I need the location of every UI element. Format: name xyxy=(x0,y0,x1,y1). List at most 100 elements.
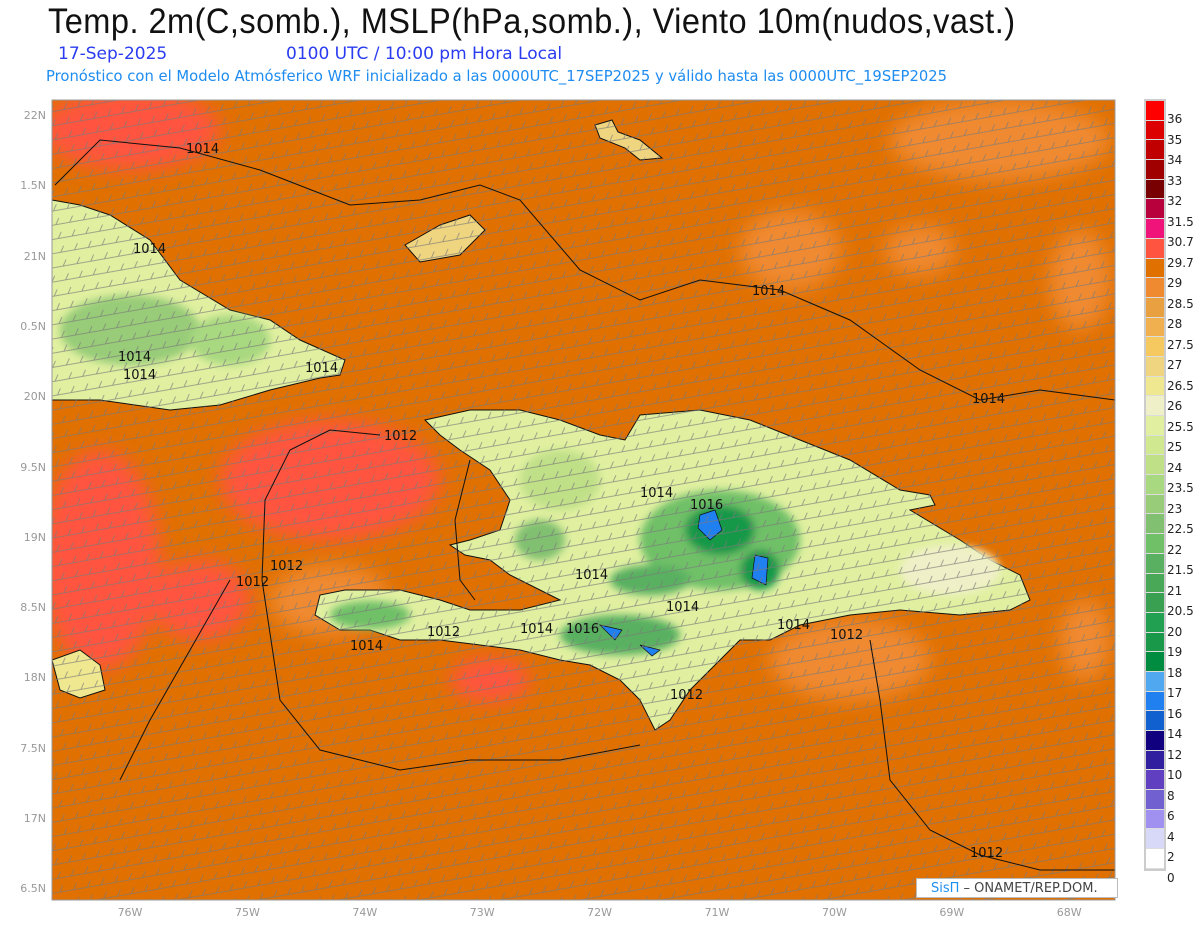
isobar-label: 1012 xyxy=(830,628,863,643)
isobar-label: 1012 xyxy=(670,688,703,703)
lat-label: 21N xyxy=(23,249,46,263)
isobar-label: 1014 xyxy=(305,361,338,376)
colorbar-swatch xyxy=(1146,553,1164,574)
colorbar-swatch xyxy=(1146,356,1164,377)
colorbar-swatch xyxy=(1146,790,1164,810)
colorbar-label: 18 xyxy=(1167,665,1183,680)
colorbar-swatch xyxy=(1146,435,1164,456)
colorbar-label: 29.7 xyxy=(1167,255,1194,270)
colorbar-label: 20.5 xyxy=(1167,604,1194,618)
colorbar-label: 20 xyxy=(1167,624,1183,639)
lon-label: 74W xyxy=(352,906,378,919)
isobar-label: 1012 xyxy=(427,625,460,640)
colorbar-label: 21 xyxy=(1167,583,1183,598)
lon-label: 71W xyxy=(704,906,730,919)
lat-label: 6.5N xyxy=(20,882,46,896)
colorbar-swatch xyxy=(1146,140,1164,161)
colorbar-label: 30.7 xyxy=(1167,235,1194,249)
colorbar-swatch xyxy=(1146,238,1164,259)
colorbar-swatch xyxy=(1146,376,1164,397)
colorbar-label: 25 xyxy=(1167,440,1183,454)
isobar-label: 1014 xyxy=(575,568,608,583)
colorbar-swatch xyxy=(1146,416,1164,436)
isobar-label: 1014 xyxy=(186,142,219,157)
lat-label: 9.5N xyxy=(20,460,46,474)
lat-label: 22N xyxy=(23,109,46,122)
colorbar-swatch xyxy=(1146,514,1164,535)
lon-label: 72W xyxy=(587,906,613,919)
colorbar-label: 29 xyxy=(1167,276,1183,290)
colorbar-swatch xyxy=(1146,849,1164,869)
isobar-label: 1014 xyxy=(640,486,673,501)
temperature-colorbar xyxy=(1144,99,1166,871)
colorbar-swatch xyxy=(1146,750,1164,771)
colorbar-label: 26 xyxy=(1167,399,1183,413)
colorbar-swatch xyxy=(1146,396,1164,416)
isobar-label: 1014 xyxy=(350,639,383,654)
lat-label: 0.5N xyxy=(20,319,46,333)
colorbar-label: 17 xyxy=(1167,686,1183,700)
colorbar-swatch xyxy=(1146,337,1164,357)
colorbar-label: 32 xyxy=(1167,194,1183,208)
lat-label: 19N xyxy=(23,530,46,544)
colorbar-label: 26.5 xyxy=(1167,378,1194,393)
colorbar-swatch xyxy=(1146,829,1164,850)
isobar-label: 1016 xyxy=(690,498,723,513)
isobar-label: 1016 xyxy=(566,622,599,637)
weather-map: 1014 1014 1014 1014 1014 1014 1014 1012 1012 1012… xyxy=(51,99,1116,901)
colorbar-label: 2 xyxy=(1167,850,1175,864)
lat-label: 17N xyxy=(23,812,46,825)
isobar-label: 1014 xyxy=(520,622,553,637)
isobar-label: 1014 xyxy=(972,392,1005,407)
colorbar-swatch xyxy=(1146,199,1164,220)
colorbar-swatch xyxy=(1146,573,1164,594)
colorbar-swatch xyxy=(1146,494,1164,515)
lat-label: 20N xyxy=(23,390,46,404)
isobar-label: 1012 xyxy=(384,429,417,444)
colorbar-swatch xyxy=(1146,179,1164,200)
lat-label: 7.5N xyxy=(20,741,46,755)
lon-label: 69W xyxy=(939,906,965,919)
isobar-label: 1014 xyxy=(752,284,785,299)
lon-label: 73W xyxy=(469,906,495,919)
colorbar-swatch xyxy=(1146,475,1164,495)
colorbar-swatch xyxy=(1146,120,1164,141)
colorbar-label: 27.5 xyxy=(1167,337,1194,352)
colorbar-swatch xyxy=(1146,297,1164,318)
colorbar-label: 31.5 xyxy=(1167,214,1194,229)
colorbar-label: 24 xyxy=(1167,460,1183,475)
colorbar-swatch xyxy=(1146,219,1164,239)
isobar-label: 1014 xyxy=(777,618,810,633)
colorbar-label: 19 xyxy=(1167,645,1183,659)
colorbar-label: 23.5 xyxy=(1167,481,1194,495)
colorbar-swatch xyxy=(1146,534,1164,554)
colorbar-swatch xyxy=(1146,455,1164,476)
credit-box: SisΠ – ONAMET/REP.DOM. xyxy=(916,878,1118,898)
lon-label: 75W xyxy=(234,906,260,919)
colorbar-label: 33 xyxy=(1167,173,1183,188)
colorbar-label: 10 xyxy=(1167,768,1183,782)
isobar-label: 1014 xyxy=(666,600,699,615)
colorbar-swatch xyxy=(1146,671,1164,692)
isobar-label: 1012 xyxy=(970,846,1003,861)
lon-label: 76W xyxy=(117,906,143,919)
colorbar-label: 28.5 xyxy=(1167,296,1194,311)
isobar-label: 1014 xyxy=(118,350,151,365)
colorbar-swatch xyxy=(1146,691,1164,712)
colorbar-label: 6 xyxy=(1167,809,1175,823)
lon-label: 68W xyxy=(1056,906,1082,919)
colorbar-swatch xyxy=(1146,612,1164,633)
colorbar-label: 22.5 xyxy=(1167,522,1194,536)
colorbar-label: 0 xyxy=(1167,870,1175,885)
wind-barbs xyxy=(52,100,1115,900)
lat-label: 1.5N xyxy=(20,179,46,193)
colorbar-label: 8 xyxy=(1167,788,1175,803)
credit-brand: SisΠ xyxy=(931,881,960,896)
colorbar-label: 23 xyxy=(1167,501,1183,516)
lat-label: 18N xyxy=(23,671,46,685)
colorbar-label: 34 xyxy=(1167,153,1183,167)
isobar-label: 1014 xyxy=(123,368,156,383)
colorbar-swatch xyxy=(1146,593,1164,613)
colorbar-swatch xyxy=(1146,632,1164,653)
colorbar-label: 14 xyxy=(1167,727,1183,741)
